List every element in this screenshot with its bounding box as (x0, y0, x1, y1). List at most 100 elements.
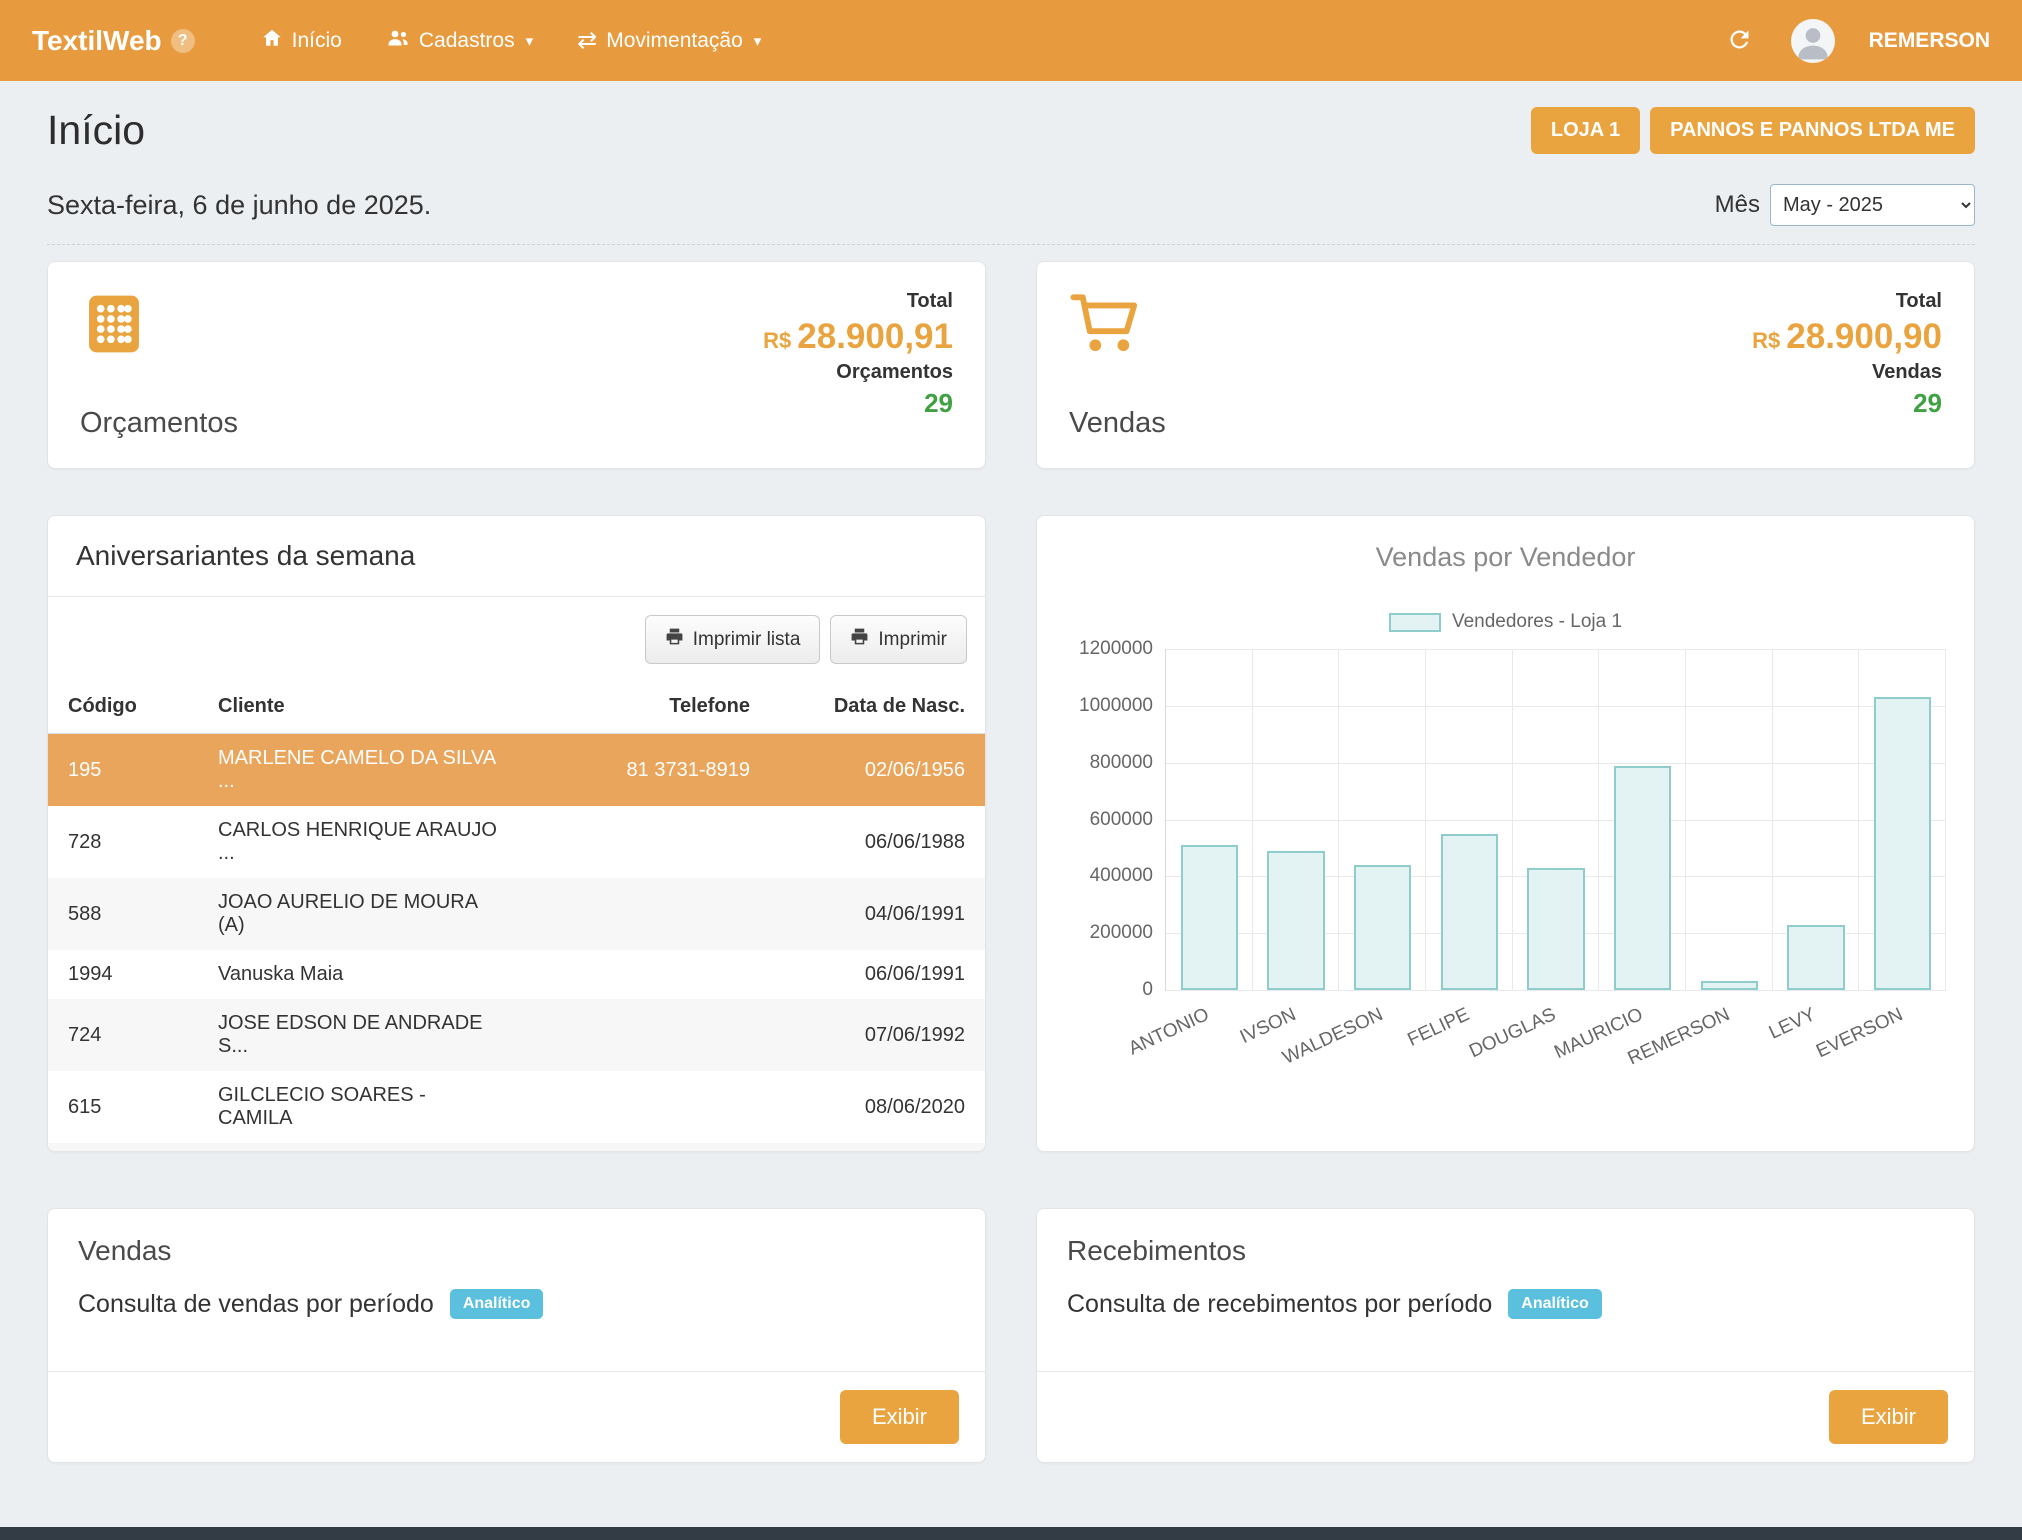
cell-telefone (520, 1143, 770, 1152)
nav-movimentacao-label: Movimentação (606, 29, 743, 53)
birthdays-table: Código Cliente Telefone Data de Nasc. 19… (48, 680, 985, 1152)
company-badge[interactable]: PANNOS E PANNOS LTDA ME (1650, 107, 1975, 154)
username[interactable]: REMERSON (1869, 29, 1990, 53)
chart-bar-remerson (1701, 981, 1758, 990)
cell-codigo: 1994 (48, 950, 198, 999)
analitico-badge: Analítico (450, 1289, 544, 1319)
orcamentos-total-value: R$28.900,91 (763, 317, 953, 357)
gridline (1166, 820, 1946, 821)
brand-label: TextilWeb (32, 25, 162, 57)
analitico-badge: Analítico (1508, 1289, 1602, 1319)
cart-icon (1069, 290, 1166, 361)
sales-by-seller-panel: Vendas por Vendedor Vendedores - Loja 1 … (1036, 515, 1975, 1152)
cell-nascimento: 06/06/1988 (770, 806, 985, 878)
col-header-telefone: Telefone (520, 680, 770, 734)
table-row[interactable]: 728CARLOS HENRIQUE ARAUJO ...06/06/1988 (48, 806, 985, 878)
cell-nascimento: 06/06/1991 (770, 950, 985, 999)
x-tick-label: IVSON (1237, 1004, 1300, 1049)
x-tick-label: LEVY (1766, 1004, 1819, 1044)
month-label: Mês (1715, 191, 1760, 219)
vendas-count: 29 (1752, 388, 1942, 419)
gridline (1858, 649, 1859, 990)
avatar[interactable] (1791, 19, 1835, 63)
nav-cadastros[interactable]: Cadastros ▾ (386, 27, 533, 55)
print-label: Imprimir (878, 629, 947, 651)
cell-nascimento: 04/06/1991 (770, 878, 985, 950)
y-tick-label: 1200000 (1079, 638, 1153, 660)
y-axis: 020000040000060000080000010000001200000 (1065, 649, 1165, 991)
refresh-button[interactable] (1722, 22, 1757, 60)
x-tick-label: DOUGLAS (1466, 1004, 1560, 1063)
total-label: Total (763, 290, 953, 313)
orcamentos-card: Orçamentos Total R$28.900,91 Orçamentos … (47, 261, 986, 469)
nav-inicio-label: Início (292, 29, 342, 53)
cell-cliente: Vanuska Maia (198, 950, 520, 999)
cell-cliente: MARLENE CAMELO DA SILVA ... (198, 734, 520, 807)
store-badge[interactable]: LOJA 1 (1531, 107, 1640, 154)
cell-telefone (520, 806, 770, 878)
chart-bar-everson (1874, 697, 1931, 990)
x-tick-label: EVERSON (1813, 1004, 1907, 1063)
table-row[interactable]: 1994Vanuska Maia 06/06/1991 (48, 950, 985, 999)
table-row[interactable]: 615GILCLECIO SOARES - CAMILA08/06/2020 (48, 1071, 985, 1143)
cell-nascimento: 07/06/1992 (770, 999, 985, 1071)
brand[interactable]: TextilWeb ? (32, 25, 195, 57)
legend-label: Vendedores - Loja 1 (1452, 611, 1622, 633)
gridline (1598, 649, 1599, 990)
col-header-codigo: Código (48, 680, 198, 734)
chart-bar-antonio (1181, 845, 1238, 990)
chart-bar-levy (1787, 925, 1844, 990)
month-select[interactable]: May - 2025 (1770, 184, 1975, 226)
users-icon (386, 27, 410, 55)
help-icon[interactable]: ? (171, 29, 195, 53)
y-tick-label: 600000 (1090, 809, 1153, 831)
gridline (1685, 649, 1686, 990)
vendas-card: Vendas Total R$28.900,90 Vendas 29 (1036, 261, 1975, 469)
table-row[interactable]: 950MATHEUS FELIPE FERREIRA ...02/06/2023 (48, 1143, 985, 1152)
orcamentos-count-label: Orçamentos (763, 361, 953, 384)
table-row[interactable]: 195MARLENE CAMELO DA SILVA ...81 3731-89… (48, 734, 985, 807)
gridline (1166, 706, 1946, 707)
nav-movimentacao[interactable]: ⇄ Movimentação ▾ (577, 29, 761, 53)
chart-bar-douglas (1527, 868, 1584, 990)
page-title: Início (47, 107, 145, 154)
print-list-button[interactable]: Imprimir lista (645, 615, 821, 664)
cell-nascimento: 02/06/2023 (770, 1143, 985, 1152)
col-header-cliente: Cliente (198, 680, 520, 734)
chart-bar-mauricio (1614, 766, 1671, 990)
calculator-icon (80, 290, 238, 363)
vendas-report-text: Consulta de vendas por período (78, 1290, 434, 1319)
y-tick-label: 1000000 (1079, 695, 1153, 717)
exibir-recebimentos-button[interactable]: Exibir (1829, 1390, 1948, 1444)
x-axis: ANTONIOIVSONWALDESONFELIPEDOUGLASMAURICI… (1165, 991, 1946, 1086)
cell-cliente: MATHEUS FELIPE FERREIRA ... (198, 1143, 520, 1152)
cell-codigo: 588 (48, 878, 198, 950)
print-button[interactable]: Imprimir (830, 615, 967, 664)
table-row[interactable]: 588JOAO AURELIO DE MOURA (A)04/06/1991 (48, 878, 985, 950)
vendas-report-card: Vendas Consulta de vendas por período An… (47, 1208, 986, 1463)
cell-codigo: 615 (48, 1071, 198, 1143)
recebimentos-report-title: Recebimentos (1037, 1209, 1974, 1267)
cell-telefone (520, 1071, 770, 1143)
chart-bar-ivson (1267, 851, 1324, 990)
table-row[interactable]: 724JOSE EDSON DE ANDRADE S...07/06/1992 (48, 999, 985, 1071)
cell-cliente: JOSE EDSON DE ANDRADE S... (198, 999, 520, 1071)
page-footer (0, 1527, 2022, 1540)
cell-telefone (520, 950, 770, 999)
nav-inicio[interactable]: Início (261, 27, 342, 55)
x-tick-label: FELIPE (1404, 1004, 1473, 1052)
vendas-report-title: Vendas (48, 1209, 985, 1267)
chart-title: Vendas por Vendedor (1037, 542, 1974, 573)
refresh-icon (1726, 41, 1753, 56)
printer-icon (665, 627, 684, 652)
chevron-down-icon: ▾ (754, 32, 762, 50)
chart-legend[interactable]: Vendedores - Loja 1 (1037, 611, 1974, 633)
transfer-icon: ⇄ (577, 29, 597, 53)
y-tick-label: 200000 (1090, 922, 1153, 944)
col-header-nascimento: Data de Nasc. (770, 680, 985, 734)
top-navbar: TextilWeb ? Início Cadastros ▾ ⇄ Movimen… (0, 0, 2022, 81)
cell-telefone: 81 3731-8919 (520, 734, 770, 807)
cell-codigo: 195 (48, 734, 198, 807)
exibir-vendas-button[interactable]: Exibir (840, 1390, 959, 1444)
chart-bar-felipe (1441, 834, 1498, 990)
